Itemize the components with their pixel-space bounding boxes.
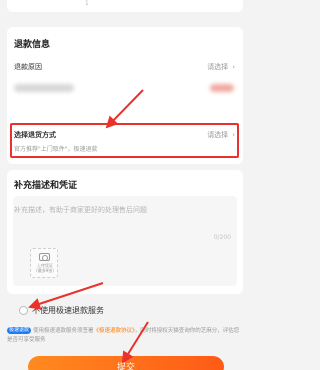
annotation-arrows xyxy=(28,89,149,364)
arrow-to-method xyxy=(105,89,144,129)
arrow-to-option xyxy=(28,282,104,310)
arrow-to-submit xyxy=(121,321,149,364)
